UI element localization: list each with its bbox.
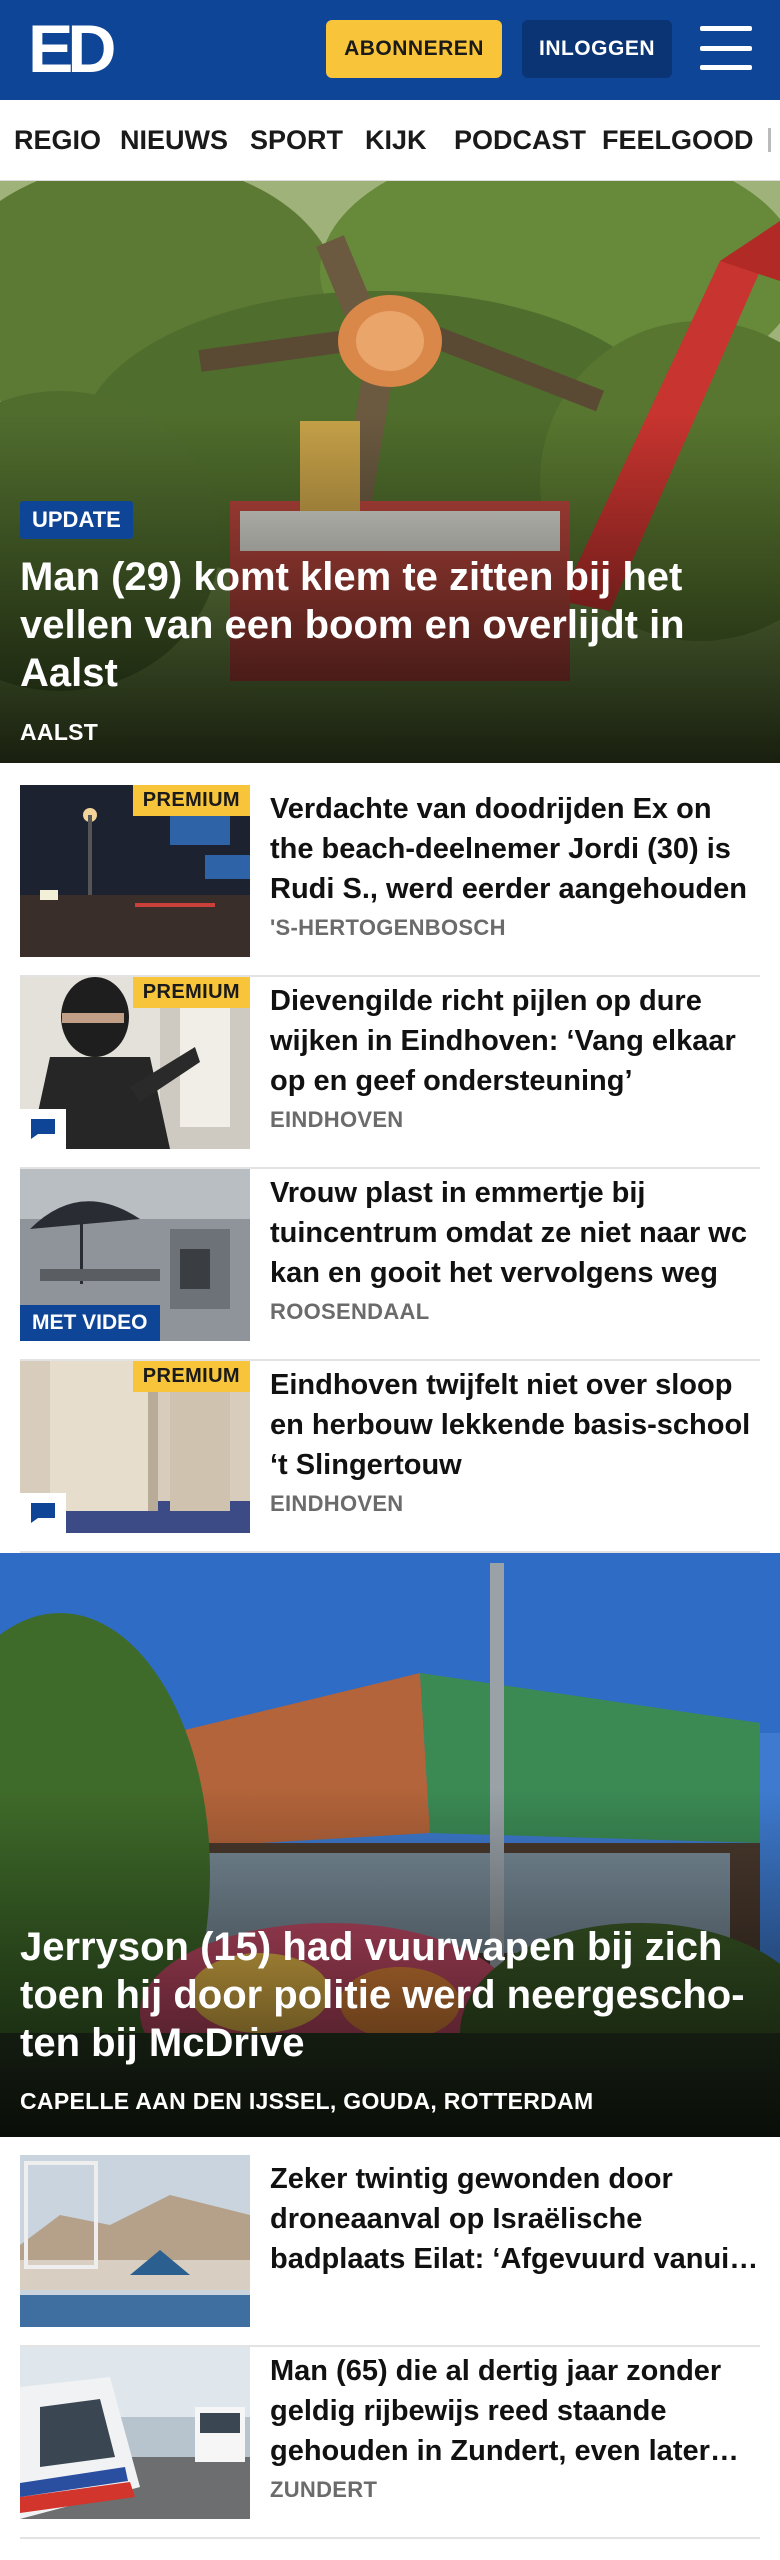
video-badge: MET VIDEO: [20, 1305, 160, 1341]
comment-icon: [20, 1493, 66, 1533]
nav-item-sport[interactable]: SPORT: [250, 100, 343, 180]
nav-item-feelgood[interactable]: FEELGOOD: [602, 100, 754, 180]
menu-icon-line: [700, 65, 752, 70]
list-item[interactable]: PREMIUM Dievengilde richt pijlen op dure…: [20, 977, 760, 1169]
article-location: 'S-HERTOGENBOSCH: [270, 915, 506, 940]
article-thumbnail: [20, 2347, 250, 2519]
article-title[interactable]: Dievengilde richt pijlen op dure wijken …: [270, 981, 760, 1101]
list-item[interactable]: PREMIUM Verdachte van doodrijden Ex on t…: [20, 785, 760, 977]
hero-location: CAPELLE AAN DEN IJSSEL, GOUDA, ROTTERDAM: [20, 2088, 594, 2114]
comment-icon: [20, 1109, 66, 1149]
list-item[interactable]: Man (65) die al dertig jaar zonder geldi…: [20, 2347, 760, 2539]
article-thumbnail: PREMIUM: [20, 785, 250, 957]
thumbnail-eilat: [20, 2155, 250, 2327]
menu-icon-line: [700, 45, 752, 51]
premium-badge: PREMIUM: [132, 977, 250, 1008]
article-location: EINDHOVEN: [270, 1107, 404, 1132]
nav-item-regio[interactable]: REGIO: [14, 100, 101, 180]
hero-location: AALST: [20, 719, 99, 745]
hero-title[interactable]: Jerryson (15) had vuurwapen bij zich toe…: [20, 1923, 760, 2067]
article-title[interactable]: Eindhoven twijfelt niet over sloop en he…: [270, 1365, 760, 1485]
article-location: ROOSENDAAL: [270, 1299, 430, 1324]
list-item[interactable]: Zeker twintig gewonden door droneaanval …: [20, 2155, 760, 2347]
thumbnail-police-car: [20, 2347, 250, 2519]
article-location: EINDHOVEN: [270, 1491, 404, 1516]
login-button[interactable]: INLOGGEN: [522, 20, 672, 78]
menu-icon[interactable]: [700, 26, 752, 70]
article-title[interactable]: Man (65) die al dertig jaar zonder geldi…: [270, 2351, 760, 2471]
article-thumbnail: MET VIDEO: [20, 1169, 250, 1341]
article-title[interactable]: Vrouw plast in emmertje bij tuincentrum …: [270, 1173, 760, 1293]
hero-article-tree[interactable]: UPDATE Man (29) komt klem te zitten bij …: [0, 181, 780, 763]
hero-article-mcdrive[interactable]: Jerryson (15) had vuurwapen bij zich toe…: [0, 1553, 780, 2137]
premium-badge: PREMIUM: [132, 785, 250, 816]
nav-item-nieuws[interactable]: NIEUWS: [120, 100, 228, 180]
section-nav: REGIO NIEUWS SPORT KIJK PODCAST FEELGOOD: [0, 100, 780, 181]
article-thumbnail: PREMIUM: [20, 1361, 250, 1533]
hero-title[interactable]: Man (29) komt klem te zitten bij het vel…: [20, 553, 760, 697]
subscribe-button[interactable]: ABONNEREN: [326, 20, 502, 78]
article-location: ZUNDERT: [270, 2477, 378, 2502]
list-item[interactable]: MET VIDEO Vrouw plast in emmertje bij tu…: [20, 1169, 760, 1361]
top-bar: ED ABONNEREN INLOGGEN: [0, 0, 780, 100]
article-thumbnail: PREMIUM: [20, 977, 250, 1149]
article-title[interactable]: Zeker twintig gewonden door droneaanval …: [270, 2159, 760, 2279]
update-badge: UPDATE: [20, 501, 133, 539]
nav-overflow-hint: [768, 128, 771, 152]
article-thumbnail: [20, 2155, 250, 2327]
menu-icon-line: [700, 26, 752, 31]
premium-badge: PREMIUM: [132, 1361, 250, 1392]
article-title[interactable]: Verdachte van doodrijden Ex on the beach…: [270, 789, 760, 909]
ed-logo[interactable]: ED: [28, 15, 117, 83]
list-item[interactable]: PREMIUM Eindhoven twijfelt niet over slo…: [20, 1361, 760, 1553]
nav-item-kijk[interactable]: KIJK: [365, 100, 427, 180]
nav-item-podcast[interactable]: PODCAST: [454, 100, 586, 180]
